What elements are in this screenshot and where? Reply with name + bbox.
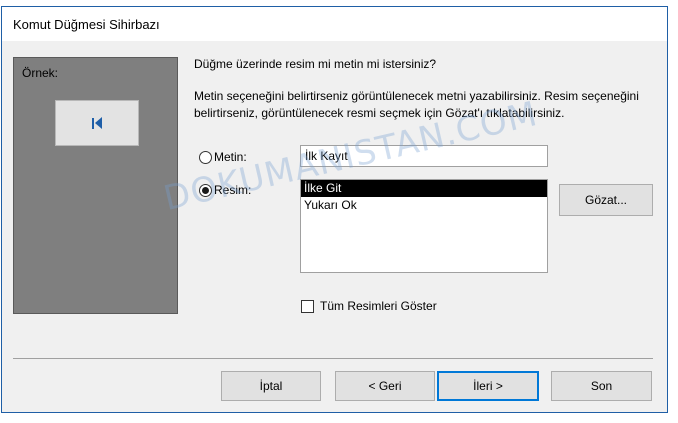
footer-separator xyxy=(13,358,653,359)
title-bar: Komut Düğmesi Sihirbazı xyxy=(2,7,667,41)
preview-label: Örnek: xyxy=(22,66,59,80)
wizard-window: Komut Düğmesi Sihirbazı Örnek: Düğme üze… xyxy=(1,6,668,413)
preview-button xyxy=(55,100,139,146)
finish-button[interactable]: Son xyxy=(551,371,652,401)
window-title: Komut Düğmesi Sihirbazı xyxy=(13,17,160,32)
radio-text-circle[interactable] xyxy=(199,150,212,164)
list-item[interactable]: İlke Git xyxy=(301,180,547,197)
radio-image-circle[interactable] xyxy=(199,183,212,197)
back-button[interactable]: < Geri xyxy=(335,371,435,401)
preview-panel: Örnek: xyxy=(13,57,178,314)
radio-text-option[interactable]: Metin: xyxy=(199,150,247,164)
image-list[interactable]: İlke Git Yukarı Ok xyxy=(300,179,548,273)
radio-image-label: Resim: xyxy=(214,183,252,197)
radio-text-label: Metin: xyxy=(214,150,247,164)
button-text-input[interactable]: İlk Kayıt xyxy=(300,145,548,167)
radio-image-option[interactable]: Resim: xyxy=(199,183,251,197)
list-item[interactable]: Yukarı Ok xyxy=(301,197,547,214)
first-record-icon xyxy=(92,117,102,129)
cancel-button[interactable]: İptal xyxy=(221,371,321,401)
browse-button[interactable]: Gözat... xyxy=(559,184,653,216)
show-all-checkbox[interactable] xyxy=(301,299,314,313)
description-text: Metin seçeneğini belirtirseniz görüntüle… xyxy=(194,89,639,120)
question-text: Düğme üzerinde resim mi metin mi istersi… xyxy=(194,57,437,71)
show-all-label: Tüm Resimleri Göster xyxy=(320,299,437,313)
show-all-images-option[interactable]: Tüm Resimleri Göster xyxy=(301,299,437,313)
next-button[interactable]: İleri > xyxy=(437,371,539,401)
